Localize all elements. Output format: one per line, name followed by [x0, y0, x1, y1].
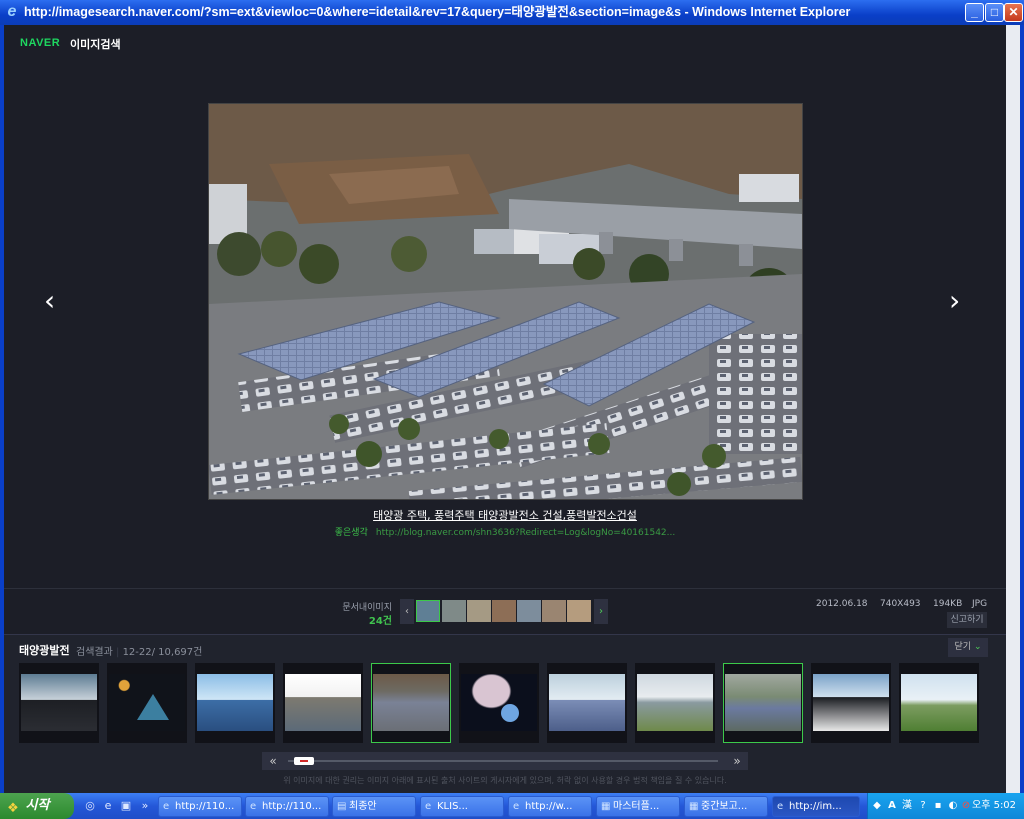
desktop-icon[interactable]: ◎: [82, 798, 98, 814]
taskbar-item[interactable]: ▤ 최종안: [332, 796, 416, 817]
naver-logo[interactable]: NAVER: [20, 37, 60, 49]
result-thumbnail[interactable]: [547, 663, 627, 743]
result-thumbnail[interactable]: [195, 663, 275, 743]
start-label: 시작: [25, 798, 50, 813]
hanja-icon[interactable]: 漢: [900, 798, 914, 813]
result-thumbnail[interactable]: [899, 663, 979, 743]
ie-icon: e: [163, 801, 170, 812]
taskbar-item[interactable]: e KLIS...: [420, 796, 504, 817]
taskbar: ❖ 시작 ◎ e ▣ » e http://110... e http://110.…: [0, 793, 1024, 819]
image-format: JPG: [972, 599, 988, 609]
ie-icon: e: [425, 801, 432, 812]
copyright-notice: 위 이미지에 대한 권리는 이미지 아래에 표시된 출처 사이트의 게시자에게 …: [283, 776, 727, 785]
alert-icon[interactable]: ⊘: [959, 798, 973, 813]
report-button[interactable]: 신고하기: [947, 612, 987, 628]
image-search-label[interactable]: 이미지검색: [70, 36, 121, 52]
strip-thumbnail[interactable]: [567, 600, 591, 622]
pdf-icon: ▦: [601, 801, 611, 812]
result-thumbnail-selected[interactable]: [371, 663, 451, 743]
maximize-button[interactable]: □: [985, 3, 1004, 22]
minimize-button[interactable]: _: [965, 3, 984, 22]
image-source: 좋은생각 http://blog.naver.com/shn3636?Redire…: [4, 525, 1006, 538]
strip-prev-button[interactable]: ‹: [400, 599, 414, 624]
taskbar-item[interactable]: ▦ 중간보고...: [684, 796, 768, 817]
result-thumbnail[interactable]: [811, 663, 891, 743]
taskbar-item[interactable]: e http://110...: [158, 796, 242, 817]
close-window-button[interactable]: ✕: [1004, 3, 1023, 22]
close-panel-button[interactable]: 닫기 ⌄: [948, 638, 988, 657]
image-file-size: 194KB: [933, 599, 963, 609]
page-content: NAVER 이미지검색 ‹ › 태양광 주택, 풍력주택 태양광발전소 건설,풍…: [4, 25, 1006, 794]
results-range: 12-22/ 10,697건: [122, 647, 203, 658]
ie-icon: e: [7, 3, 17, 20]
result-thumbnail[interactable]: [635, 663, 715, 743]
strip-next-button[interactable]: ›: [594, 599, 608, 624]
strip-thumbnail[interactable]: [416, 600, 440, 622]
folder-icon: ▤: [337, 801, 347, 812]
main-image[interactable]: [208, 103, 803, 500]
ie-icon: e: [513, 801, 520, 812]
ime-language-icon[interactable]: A: [885, 798, 899, 813]
image-date: 2012.06.18: [816, 599, 868, 609]
divider: [4, 588, 1006, 589]
security-icon[interactable]: ◐: [946, 798, 960, 813]
related-images-count: 24건: [368, 616, 392, 627]
result-thumbnail[interactable]: [723, 663, 803, 743]
ie-icon: e: [777, 801, 784, 812]
strip-thumbnail[interactable]: [442, 600, 466, 622]
slider-prev-button[interactable]: «: [262, 752, 284, 770]
thumbnail-slider[interactable]: « »: [262, 752, 748, 770]
vertical-scrollbar[interactable]: [1006, 25, 1020, 793]
solar-parking-photo: [209, 104, 802, 499]
clock: 오후 5:02: [972, 800, 1017, 811]
quicklaunch-expand-icon[interactable]: »: [137, 798, 153, 814]
start-button[interactable]: ❖ 시작: [0, 793, 74, 819]
strip-thumbnail[interactable]: [542, 600, 566, 622]
slider-next-button[interactable]: »: [726, 752, 748, 770]
window-title: http://imagesearch.naver.com/?sm=ext&vie…: [24, 5, 851, 19]
search-query: 태양광발전: [19, 644, 70, 657]
strip-thumbnail[interactable]: [467, 600, 491, 622]
taskbar-item[interactable]: e http://110...: [245, 796, 329, 817]
strip-thumbnail[interactable]: [517, 600, 541, 622]
ie-icon: e: [250, 801, 257, 812]
settings-icon[interactable]: ▪: [931, 798, 945, 813]
search-results-panel: 태양광발전 검색결과 | 12-22/ 10,697건 닫기 ⌄ « » 위 이…: [4, 634, 1006, 794]
image-dimensions: 740X493: [880, 599, 921, 609]
window-titlebar[interactable]: e http://imagesearch.naver.com/?sm=ext&v…: [0, 0, 1024, 25]
pdf-icon: ▦: [689, 801, 699, 812]
network-icon[interactable]: ◆: [870, 798, 884, 813]
image-caption[interactable]: 태양광 주택, 풍력주택 태양광발전소 건설,풍력발전소건설: [4, 507, 1006, 523]
help-icon[interactable]: ?: [916, 798, 930, 813]
strip-thumbnail[interactable]: [492, 600, 516, 622]
ie-quicklaunch-icon[interactable]: e: [100, 798, 116, 814]
result-thumbnail[interactable]: [19, 663, 99, 743]
system-tray: ◆ A 漢 ? ▪ ◐ ⊘ 오후 5:02: [867, 793, 1024, 819]
previous-image-arrow[interactable]: ‹: [44, 287, 55, 315]
recycle-icon[interactable]: ▣: [118, 798, 134, 814]
source-url[interactable]: http://blog.naver.com/shn3636?Redirect=L…: [376, 528, 675, 538]
result-thumbnail[interactable]: [107, 663, 187, 743]
results-summary: 검색결과 | 12-22/ 10,697건: [76, 647, 203, 658]
source-name[interactable]: 좋은생각: [335, 528, 368, 538]
result-thumbnail[interactable]: [459, 663, 539, 743]
results-label: 검색결과: [76, 647, 113, 658]
slider-track[interactable]: [288, 760, 718, 762]
close-panel-label: 닫기: [954, 642, 972, 652]
next-image-arrow[interactable]: ›: [949, 287, 960, 315]
windows-logo-icon: ❖: [7, 801, 19, 816]
taskbar-item[interactable]: ▦ 마스터플...: [596, 796, 680, 817]
slider-handle[interactable]: [294, 757, 314, 765]
taskbar-item-active[interactable]: e http://im...: [772, 796, 860, 817]
taskbar-item[interactable]: e http://w...: [508, 796, 592, 817]
chevron-down-icon: ⌄: [973, 642, 982, 652]
result-thumbnail[interactable]: [283, 663, 363, 743]
